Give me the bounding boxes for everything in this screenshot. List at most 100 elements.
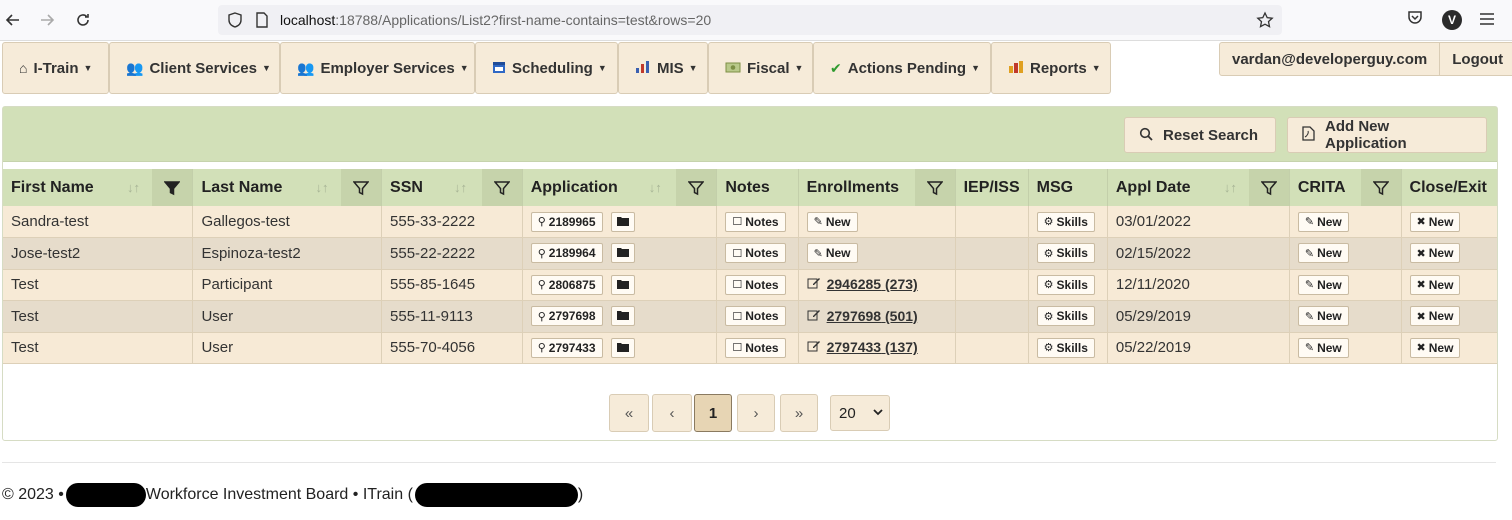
skills-button[interactable]: ⚙ Skills [1036, 337, 1095, 358]
col-first-name[interactable]: First Name ↓↑ [3, 169, 194, 206]
edit-icon [807, 339, 821, 356]
nav-mis[interactable]: MIS ▼ [618, 42, 708, 94]
sort-icon[interactable]: ↓↑ [1224, 180, 1237, 195]
col-crita[interactable]: CRITA [1289, 169, 1402, 206]
forward-icon[interactable] [36, 9, 58, 31]
money-icon [725, 60, 741, 76]
application-view-button[interactable]: ⚲ 2189964 [530, 243, 603, 264]
close-exit-new-button[interactable]: ✖ New [1409, 337, 1461, 358]
user-box: vardan@developerguy.com Logout [1219, 42, 1512, 76]
close-exit-new-button[interactable]: ✖ New [1409, 306, 1461, 327]
page-number-button[interactable]: 1 [694, 394, 732, 432]
filter-icon[interactable] [341, 169, 382, 206]
skills-button[interactable]: ⚙ Skills [1036, 306, 1095, 327]
sort-icon[interactable]: ↓↑ [315, 180, 328, 195]
folder-button[interactable] [610, 211, 635, 232]
sort-icon[interactable]: ↓↑ [127, 180, 140, 195]
caret-down-icon: ▼ [459, 63, 469, 73]
filter-icon[interactable] [1360, 169, 1401, 206]
col-ssn[interactable]: SSN ↓↑ [381, 169, 523, 206]
notes-button[interactable]: ☐ Notes [725, 243, 786, 264]
rows-per-page-select[interactable]: 20 [830, 395, 890, 431]
reload-icon[interactable] [72, 9, 94, 31]
page-first-button[interactable]: « [609, 394, 649, 432]
notes-button[interactable]: ☐ Notes [725, 211, 786, 232]
enrollment-link[interactable]: 2797698 (501) [827, 308, 918, 324]
new-enrollment-button[interactable]: ✎ New [806, 243, 858, 264]
reset-search-button[interactable]: Reset Search [1124, 117, 1276, 153]
home-icon: ⌂ [19, 60, 28, 76]
crita-new-button[interactable]: ✎ New [1297, 337, 1349, 358]
folder-button[interactable] [610, 337, 635, 358]
gear-icon: ⚙ [1043, 342, 1054, 355]
menu-icon[interactable] [1478, 11, 1496, 32]
page-prev-button[interactable]: ‹ [652, 394, 692, 432]
col-appl-date[interactable]: Appl Date ↓↑ [1107, 169, 1290, 206]
back-icon[interactable] [2, 9, 24, 31]
application-view-button[interactable]: ⚲ 2797698 [530, 306, 603, 327]
nav-actions-pending[interactable]: ✔ Actions Pending ▼ [813, 42, 991, 94]
folder-button[interactable] [610, 274, 635, 295]
gear-icon: ⚙ [1043, 310, 1054, 323]
filter-icon[interactable] [481, 169, 522, 206]
filter-icon[interactable] [1248, 169, 1289, 206]
folder-button[interactable] [610, 306, 635, 327]
enrollment-link[interactable]: 2946285 (273) [827, 276, 918, 292]
logout-button[interactable]: Logout [1439, 43, 1512, 75]
close-exit-new-button[interactable]: ✖ New [1409, 243, 1461, 264]
nav-label: Employer Services [320, 59, 455, 77]
crita-new-button[interactable]: ✎ New [1297, 306, 1349, 327]
nav-itrain[interactable]: ⌂ I-Train ▼ [2, 42, 109, 94]
page-icon[interactable] [254, 11, 270, 34]
filter-icon[interactable] [914, 169, 955, 206]
enrollment-link[interactable]: 2797433 (137) [827, 339, 918, 355]
sort-icon[interactable]: ↓↑ [649, 180, 662, 195]
application-view-button[interactable]: ⚲ 2797433 [530, 337, 603, 358]
url-bar[interactable]: localhost:18788/Applications/List2?first… [218, 5, 1282, 35]
pocket-icon[interactable] [1406, 9, 1424, 32]
crita-new-button[interactable]: ✎ New [1297, 274, 1349, 295]
cell-enrollments: 2797698 (501) [798, 300, 956, 333]
col-enrollments[interactable]: Enrollments [798, 169, 956, 206]
crita-new-button[interactable]: ✎ New [1297, 243, 1349, 264]
close-exit-new-button[interactable]: ✖ New [1409, 274, 1461, 295]
skills-button[interactable]: ⚙ Skills [1036, 211, 1095, 232]
bookmark-star-icon[interactable] [1256, 11, 1274, 34]
skills-button[interactable]: ⚙ Skills [1036, 243, 1095, 264]
application-view-button[interactable]: ⚲ 2189965 [530, 211, 603, 232]
cell-appl-date: 05/29/2019 [1107, 300, 1290, 333]
page-next-button[interactable]: › [737, 394, 775, 432]
main-navigation: ⌂ I-Train ▼ 👥 Client Services ▼ 👥 Employ… [0, 41, 1512, 95]
notes-button[interactable]: ☐ Notes [725, 274, 786, 295]
nav-employer-services[interactable]: 👥 Employer Services ▼ [280, 42, 475, 94]
nav-reports[interactable]: Reports ▼ [991, 42, 1111, 94]
notes-button[interactable]: ☐ Notes [725, 337, 786, 358]
url-text[interactable]: localhost:18788/Applications/List2?first… [280, 12, 711, 28]
close-exit-new-button[interactable]: ✖ New [1409, 211, 1461, 232]
sort-icon[interactable]: ↓↑ [454, 180, 467, 195]
applications-table: First Name ↓↑ Last Name ↓↑ SSN ↓↑ Applicati… [3, 169, 1497, 364]
notes-button[interactable]: ☐ Notes [725, 306, 786, 327]
add-new-application-button[interactable]: Add New Application [1287, 117, 1487, 153]
user-email[interactable]: vardan@developerguy.com [1220, 43, 1439, 75]
caret-down-icon: ▼ [794, 63, 804, 73]
col-application[interactable]: Application ↓↑ [522, 169, 718, 206]
col-last-name[interactable]: Last Name ↓↑ [192, 169, 383, 206]
edit-icon: ✎ [1304, 247, 1315, 260]
filter-icon[interactable] [152, 169, 193, 206]
profile-avatar[interactable]: V [1442, 10, 1462, 30]
shield-icon[interactable] [226, 11, 244, 34]
folder-button[interactable] [610, 243, 635, 264]
nav-scheduling[interactable]: Scheduling ▼ [475, 42, 618, 94]
filter-icon[interactable] [676, 169, 717, 206]
crita-new-button[interactable]: ✎ New [1297, 211, 1349, 232]
nav-fiscal[interactable]: Fiscal ▼ [708, 42, 813, 94]
skills-button[interactable]: ⚙ Skills [1036, 274, 1095, 295]
applications-panel: Reset Search Add New Application First N… [2, 106, 1498, 441]
new-enrollment-button[interactable]: ✎ New [806, 211, 858, 232]
page-last-button[interactable]: » [780, 394, 818, 432]
search-icon: ⚲ [537, 342, 546, 355]
nav-client-services[interactable]: 👥 Client Services ▼ [109, 42, 280, 94]
application-view-button[interactable]: ⚲ 2806875 [530, 274, 603, 295]
cell-notes: ☐ Notes [716, 300, 799, 333]
